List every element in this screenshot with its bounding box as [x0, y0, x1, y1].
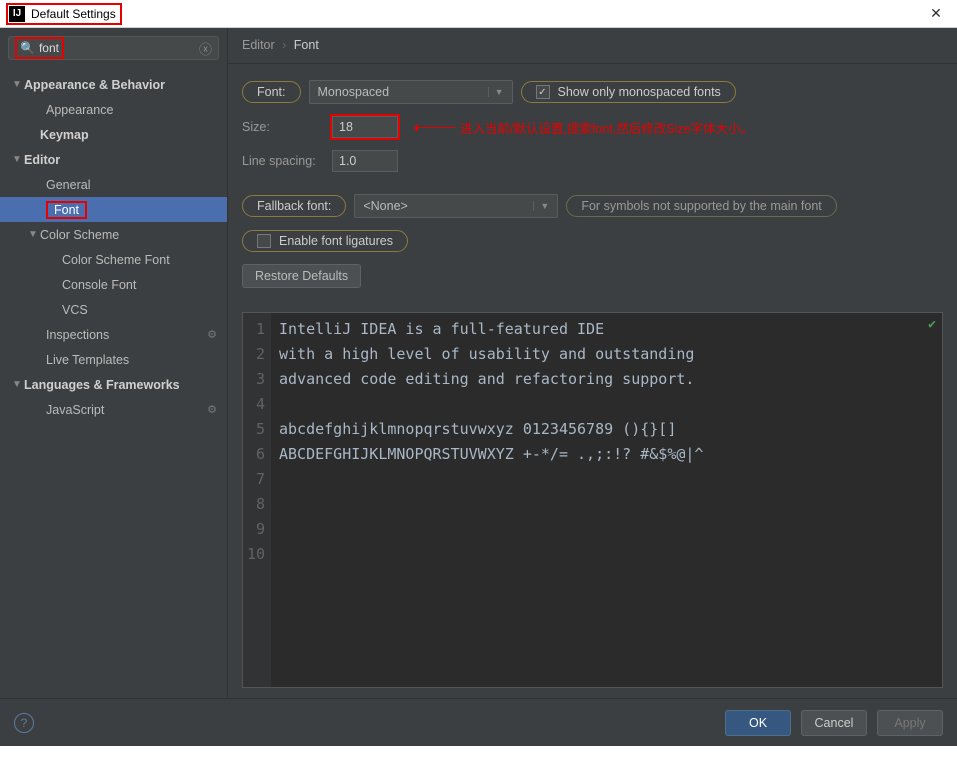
search-icon: 🔍 — [20, 41, 35, 55]
fallback-font-select[interactable]: <None> ▼ — [354, 194, 558, 218]
sidebar-item-label: Appearance & Behavior — [24, 78, 165, 92]
ok-button[interactable]: OK — [725, 710, 791, 736]
annotation-arrow: 进入当前/默认设置,搜索font,然后修改Size字体大小。 — [416, 118, 753, 137]
expand-icon: ▼ — [12, 379, 24, 390]
sidebar: 🔍 font ⓧ ▼Appearance & BehaviorAppearanc… — [0, 28, 228, 698]
font-label: Font: — [242, 81, 301, 103]
sidebar-item-inspections[interactable]: Inspections ⚙ — [0, 322, 227, 347]
sidebar-item-label: Color Scheme — [40, 228, 119, 242]
chevron-right-icon: › — [282, 38, 286, 52]
expand-icon: ▼ — [12, 154, 24, 165]
sidebar-item-label: Languages & Frameworks — [24, 378, 180, 392]
sidebar-item-live-templates[interactable]: Live Templates — [0, 347, 227, 372]
font-preview: ✔ 12345678910 IntelliJ IDEA is a full-fe… — [242, 312, 943, 688]
checkbox-checked-icon: ✓ — [536, 85, 550, 99]
line-spacing-input[interactable]: 1.0 — [332, 150, 398, 172]
sidebar-item-label: Editor — [24, 153, 60, 167]
font-select[interactable]: Monospaced ▼ — [309, 80, 513, 104]
line-spacing-label: Line spacing: — [242, 154, 324, 168]
chevron-down-icon: ▼ — [488, 87, 504, 97]
app-icon: IJ — [9, 6, 25, 22]
ligatures-checkbox[interactable]: Enable font ligatures — [242, 230, 408, 252]
size-label: Size: — [242, 120, 324, 134]
sidebar-item-vcs[interactable]: VCS — [0, 297, 227, 322]
checkbox-unchecked-icon — [257, 234, 271, 248]
expand-icon: ▼ — [12, 79, 24, 90]
settings-tree: ▼Appearance & BehaviorAppearanceKeymap▼E… — [0, 68, 227, 698]
cancel-button[interactable]: Cancel — [801, 710, 867, 736]
window-title: Default Settings — [31, 7, 116, 21]
size-input[interactable]: 18 — [332, 116, 398, 138]
gear-icon: ⚙ — [207, 328, 217, 341]
sidebar-item-console-font[interactable]: Console Font — [0, 272, 227, 297]
sidebar-item-editor[interactable]: ▼Editor — [0, 147, 227, 172]
sidebar-item-font[interactable]: Font — [0, 197, 227, 222]
search-term: font — [39, 41, 59, 55]
sidebar-item-label: VCS — [62, 303, 88, 317]
sidebar-item-javascript[interactable]: JavaScript ⚙ — [0, 397, 227, 422]
breadcrumb: Editor › Font — [228, 28, 957, 64]
breadcrumb-current: Font — [294, 38, 319, 52]
titlebar: IJ Default Settings ✕ — [0, 0, 957, 28]
show-monospaced-checkbox[interactable]: ✓ Show only monospaced fonts — [521, 81, 736, 103]
expand-icon: ▼ — [28, 229, 40, 240]
breadcrumb-parent[interactable]: Editor — [242, 38, 275, 52]
sidebar-item-label: Font — [54, 203, 79, 217]
sidebar-item-label: Inspections — [46, 328, 109, 342]
close-icon[interactable]: ✕ — [921, 5, 951, 22]
search-input[interactable]: 🔍 font ⓧ — [8, 36, 219, 60]
chevron-down-icon: ▼ — [533, 201, 549, 211]
sidebar-item-general[interactable]: General — [0, 172, 227, 197]
check-icon: ✔ — [928, 317, 936, 332]
sidebar-item-label: Color Scheme Font — [62, 253, 170, 267]
sidebar-item-label: JavaScript — [46, 403, 104, 417]
sidebar-item-languages-frameworks[interactable]: ▼Languages & Frameworks — [0, 372, 227, 397]
apply-button[interactable]: Apply — [877, 710, 943, 736]
sidebar-item-color-scheme[interactable]: ▼Color Scheme — [0, 222, 227, 247]
sidebar-item-keymap[interactable]: Keymap — [0, 122, 227, 147]
help-button[interactable]: ? — [14, 713, 34, 733]
gear-icon: ⚙ — [207, 403, 217, 416]
dialog-footer: ? OK Cancel Apply — [0, 698, 957, 746]
sidebar-item-appearance-behavior[interactable]: ▼Appearance & Behavior — [0, 72, 227, 97]
sidebar-item-label: Live Templates — [46, 353, 129, 367]
fallback-font-label: Fallback font: — [242, 195, 346, 217]
fallback-hint: For symbols not supported by the main fo… — [566, 195, 836, 217]
clear-search-icon[interactable]: ⓧ — [199, 39, 212, 58]
sidebar-item-label: Keymap — [40, 128, 89, 142]
sidebar-item-label: Console Font — [62, 278, 136, 292]
sidebar-item-appearance[interactable]: Appearance — [0, 97, 227, 122]
restore-defaults-button[interactable]: Restore Defaults — [242, 264, 361, 288]
sidebar-item-label: General — [46, 178, 90, 192]
annotation-text: 进入当前/默认设置,搜索font,然后修改Size字体大小。 — [460, 118, 753, 137]
sidebar-item-label: Appearance — [46, 103, 113, 117]
sidebar-item-color-scheme-font[interactable]: Color Scheme Font — [0, 247, 227, 272]
